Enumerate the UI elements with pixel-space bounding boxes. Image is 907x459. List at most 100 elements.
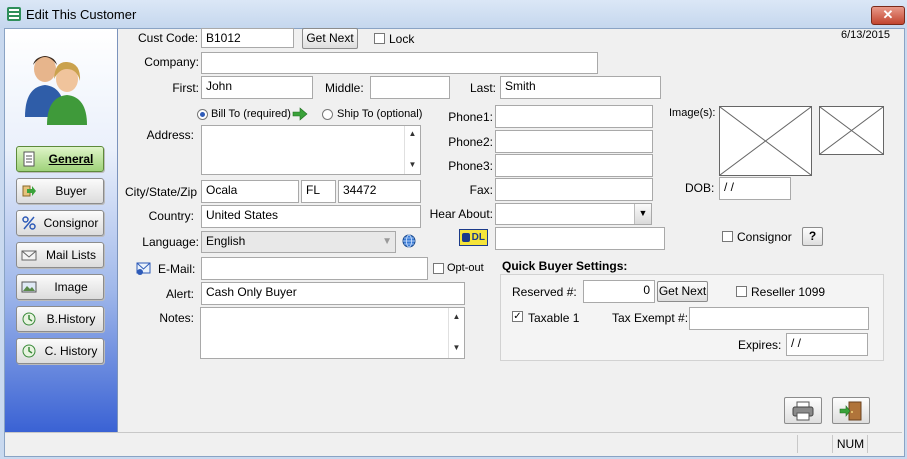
cust-code-input[interactable]: B1012: [201, 28, 294, 48]
language-select[interactable]: English ▼: [201, 231, 396, 253]
get-next-button[interactable]: Get Next: [302, 28, 358, 49]
close-button[interactable]: ✕: [871, 6, 905, 25]
consignor-checkbox[interactable]: [722, 231, 733, 242]
hear-about-select[interactable]: ▼: [495, 203, 652, 225]
help-button[interactable]: ?: [802, 227, 823, 246]
print-button[interactable]: [784, 397, 822, 424]
phone1-label: Phone1:: [448, 110, 493, 124]
arrow-right-icon: [292, 107, 308, 121]
phone3-input[interactable]: [495, 154, 653, 177]
picture-icon: [21, 281, 37, 293]
cust-code-label: Cust Code:: [138, 31, 199, 45]
nav-b-history[interactable]: B.History: [16, 306, 104, 332]
reserved-label: Reserved #:: [512, 285, 577, 299]
nav-image[interactable]: Image: [16, 274, 104, 300]
chevron-down-icon: ▼: [382, 236, 392, 247]
nav-label: General: [48, 152, 94, 166]
reseller-1099-label: Reseller 1099: [751, 285, 826, 299]
expires-label: Expires:: [738, 338, 782, 352]
last-name-label: Last:: [470, 81, 497, 95]
dl-badge-label: DL: [471, 232, 485, 243]
fax-label: Fax:: [469, 183, 493, 197]
notes-scrollbar[interactable]: ▲ ▼: [448, 308, 464, 358]
history-icon: [22, 344, 36, 358]
language-label: Language:: [142, 235, 199, 249]
country-label: Country:: [148, 209, 194, 223]
quick-buyer-title: Quick Buyer Settings:: [502, 259, 628, 273]
app-icon: [7, 7, 21, 21]
email-input[interactable]: [201, 257, 428, 280]
license-photo-icon: [462, 233, 470, 242]
zip-input[interactable]: 34472: [338, 180, 421, 203]
first-name-label: First:: [172, 81, 199, 95]
dob-label: DOB:: [685, 181, 715, 195]
nav-label: Buyer: [55, 184, 87, 198]
nav-c-history[interactable]: C. History: [16, 338, 104, 364]
document-icon: [23, 151, 35, 167]
customer-image-thumbnail[interactable]: [819, 106, 884, 155]
alert-input[interactable]: Cash Only Buyer: [201, 282, 465, 305]
last-name-input[interactable]: Smith: [500, 76, 661, 99]
nav-general[interactable]: General: [16, 146, 104, 172]
city-input[interactable]: Ocala: [201, 180, 299, 203]
nav-label: Consignor: [43, 216, 99, 230]
language-value: English: [206, 234, 246, 248]
company-label: Company:: [144, 55, 199, 69]
chevron-down-icon[interactable]: ▼: [634, 204, 651, 224]
exit-button[interactable]: [832, 397, 870, 424]
arrow-right-icon: [22, 185, 36, 197]
bill-to-radio[interactable]: [197, 109, 208, 120]
alert-label: Alert:: [165, 287, 194, 301]
phone2-input[interactable]: [495, 130, 653, 153]
tax-exempt-input[interactable]: [689, 307, 869, 330]
title-bar: Edit This Customer ✕: [0, 0, 907, 28]
address-scrollbar[interactable]: ▲ ▼: [404, 126, 420, 174]
status-bar: NUM: [5, 432, 902, 455]
nav-buyer[interactable]: Buyer: [16, 178, 104, 204]
reseller-1099-checkbox[interactable]: [736, 286, 747, 297]
nav-label: C. History: [44, 344, 98, 358]
status-cell-empty: [797, 435, 833, 453]
percent-icon: [22, 216, 36, 230]
country-input[interactable]: United States: [201, 205, 421, 228]
notes-textarea[interactable]: ▲ ▼: [200, 307, 465, 359]
taxable-label: Taxable 1: [528, 311, 580, 325]
nav-mail-lists[interactable]: Mail Lists: [16, 242, 104, 268]
company-input[interactable]: [201, 52, 598, 74]
address-textarea[interactable]: ▲ ▼: [201, 125, 421, 175]
email-send-icon[interactable]: [136, 260, 152, 276]
dl-number-input[interactable]: [495, 227, 665, 250]
state-input[interactable]: FL: [301, 180, 336, 203]
customer-image-placeholder[interactable]: [719, 106, 812, 176]
first-name-input[interactable]: John: [201, 76, 313, 99]
drivers-license-icon[interactable]: DL: [459, 229, 488, 246]
bill-to-label: Bill To (required): [211, 108, 291, 120]
notes-label: Notes:: [159, 311, 194, 325]
phone3-label: Phone3:: [448, 159, 493, 173]
taxable-checkbox[interactable]: ✓: [512, 311, 523, 322]
nav-label: Mail Lists: [45, 248, 96, 262]
city-state-zip-label: City/State/Zip: [125, 185, 198, 199]
nav-consignor[interactable]: Consignor: [16, 210, 104, 236]
checkmark-icon: ✓: [513, 311, 522, 322]
dob-input[interactable]: / /: [719, 177, 791, 200]
middle-name-input[interactable]: [370, 76, 450, 99]
opt-out-checkbox[interactable]: [433, 263, 444, 274]
middle-name-label: Middle:: [325, 81, 364, 95]
address-label: Address:: [146, 128, 194, 142]
phone1-input[interactable]: [495, 105, 653, 128]
reserved-input[interactable]: 0: [583, 280, 655, 303]
num-lock-indicator: NUM: [832, 435, 868, 453]
history-icon: [22, 312, 36, 326]
ship-to-label: Ship To (optional): [337, 108, 423, 120]
nav-label: Image: [54, 280, 88, 294]
ship-to-radio[interactable]: [322, 109, 333, 120]
fax-input[interactable]: [495, 178, 653, 201]
envelope-icon: [21, 250, 37, 261]
globe-icon[interactable]: [402, 234, 416, 248]
lock-checkbox[interactable]: [374, 33, 385, 44]
customer-avatar-icon: [25, 56, 87, 125]
reserved-get-next-button[interactable]: Get Next: [657, 281, 708, 302]
expires-input[interactable]: / /: [786, 333, 868, 356]
opt-out-label: Opt-out: [447, 262, 484, 274]
